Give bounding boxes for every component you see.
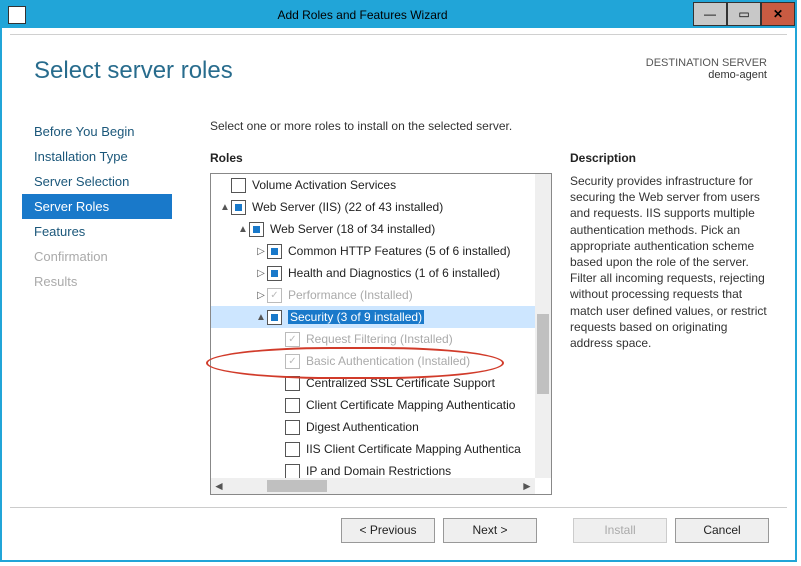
tree-row[interactable]: ▷ Common HTTP Features (5 of 6 installed) — [211, 240, 535, 262]
scrollbar-horizontal-thumb[interactable] — [267, 480, 327, 492]
nav-steps: Before You BeginInstallation TypeServer … — [22, 119, 172, 294]
tree-row[interactable]: ▷ Performance (Installed) — [211, 284, 535, 306]
nav-step-0[interactable]: Before You Begin — [22, 119, 172, 144]
tree-row-label: Digest Authentication — [306, 420, 419, 434]
scrollbar-horizontal[interactable]: ◄ ► — [211, 478, 535, 494]
checkbox[interactable] — [285, 376, 300, 391]
checkbox[interactable] — [267, 266, 282, 281]
tree-row-label: Common HTTP Features (5 of 6 installed) — [288, 244, 511, 258]
checkbox[interactable] — [267, 310, 282, 325]
nav-step-1[interactable]: Installation Type — [22, 144, 172, 169]
next-button[interactable]: Next > — [443, 518, 537, 543]
roles-tree-container: Volume Activation Services▲Web Server (I… — [210, 173, 552, 495]
destination-label: DESTINATION SERVER — [646, 57, 767, 69]
tree-row[interactable]: ▲ Web Server (IIS) (22 of 43 installed) — [211, 196, 535, 218]
nav-step-2[interactable]: Server Selection — [22, 169, 172, 194]
collapse-icon[interactable]: ▲ — [255, 312, 267, 323]
tree-row-label: Client Certificate Mapping Authenticatio — [306, 398, 515, 412]
roles-tree[interactable]: Volume Activation Services▲Web Server (I… — [211, 174, 535, 478]
page-heading: Select server roles — [34, 57, 233, 85]
expand-icon[interactable]: ▷ — [255, 268, 267, 279]
checkbox[interactable] — [285, 464, 300, 479]
previous-button[interactable]: < Previous — [341, 518, 435, 543]
tree-row-label: Basic Authentication (Installed) — [306, 354, 470, 368]
checkbox — [285, 354, 300, 369]
wizard-window: Add Roles and Features Wizard — ▭ ✕ Sele… — [0, 0, 797, 562]
checkbox[interactable] — [285, 398, 300, 413]
expand-icon[interactable]: ▷ — [255, 246, 267, 257]
tree-row[interactable]: ▲ Web Server (18 of 34 installed) — [211, 218, 535, 240]
tree-row-label: Centralized SSL Certificate Support — [306, 376, 495, 390]
app-icon — [8, 6, 26, 24]
scroll-right-icon[interactable]: ► — [519, 478, 535, 494]
nav-step-5: Confirmation — [22, 244, 172, 269]
checkbox[interactable] — [249, 222, 264, 237]
checkbox — [285, 332, 300, 347]
wizard-content: Select server roles DESTINATION SERVER d… — [10, 34, 787, 552]
tree-row[interactable]: IP and Domain Restrictions — [211, 460, 535, 478]
scrollbar-vertical[interactable] — [535, 174, 551, 478]
instructions-text: Select one or more roles to install on t… — [210, 119, 512, 133]
tree-row[interactable]: ▲ Security (3 of 9 installed) — [211, 306, 535, 328]
checkbox[interactable] — [285, 420, 300, 435]
scrollbar-vertical-thumb[interactable] — [537, 314, 549, 394]
nav-step-4[interactable]: Features — [22, 219, 172, 244]
checkbox[interactable] — [285, 442, 300, 457]
checkbox[interactable] — [231, 178, 246, 193]
close-button[interactable]: ✕ — [761, 2, 795, 26]
wizard-footer: < Previous Next > Install Cancel — [10, 507, 787, 552]
nav-step-3[interactable]: Server Roles — [22, 194, 172, 219]
tree-row-label: Web Server (18 of 34 installed) — [270, 222, 435, 236]
tree-row-label: Performance (Installed) — [288, 288, 413, 302]
description-section-label: Description — [570, 151, 636, 165]
roles-section-label: Roles — [210, 151, 243, 165]
wizard-body: Before You BeginInstallation TypeServer … — [10, 119, 787, 502]
tree-row-label: IIS Client Certificate Mapping Authentic… — [306, 442, 521, 456]
tree-row-label: Health and Diagnostics (1 of 6 installed… — [288, 266, 500, 280]
destination-name: demo-agent — [646, 69, 767, 81]
collapse-icon[interactable]: ▲ — [237, 224, 249, 235]
tree-row-label: IP and Domain Restrictions — [306, 464, 451, 478]
tree-row[interactable]: Request Filtering (Installed) — [211, 328, 535, 350]
tree-row[interactable]: Digest Authentication — [211, 416, 535, 438]
tree-row[interactable]: Volume Activation Services — [211, 174, 535, 196]
destination-block: DESTINATION SERVER demo-agent — [646, 57, 767, 81]
collapse-icon[interactable]: ▲ — [219, 202, 231, 213]
cancel-button[interactable]: Cancel — [675, 518, 769, 543]
nav-step-6: Results — [22, 269, 172, 294]
expand-icon[interactable]: ▷ — [255, 290, 267, 301]
tree-row[interactable]: ▷ Health and Diagnostics (1 of 6 installe… — [211, 262, 535, 284]
checkbox[interactable] — [267, 244, 282, 259]
tree-row[interactable]: Basic Authentication (Installed) — [211, 350, 535, 372]
titlebar: Add Roles and Features Wizard — ▭ ✕ — [2, 2, 795, 28]
description-body: Security provides infrastructure for sec… — [570, 173, 770, 351]
tree-row-label: Web Server (IIS) (22 of 43 installed) — [252, 200, 443, 214]
tree-row[interactable]: Centralized SSL Certificate Support — [211, 372, 535, 394]
checkbox[interactable] — [231, 200, 246, 215]
tree-row-label: Volume Activation Services — [252, 178, 396, 192]
install-button: Install — [573, 518, 667, 543]
window-title: Add Roles and Features Wizard — [32, 8, 693, 22]
maximize-button[interactable]: ▭ — [727, 2, 761, 26]
checkbox — [267, 288, 282, 303]
tree-row[interactable]: IIS Client Certificate Mapping Authentic… — [211, 438, 535, 460]
scroll-left-icon[interactable]: ◄ — [211, 478, 227, 494]
tree-row[interactable]: Client Certificate Mapping Authenticatio — [211, 394, 535, 416]
tree-row-label: Security (3 of 9 installed) — [288, 310, 424, 324]
tree-row-label: Request Filtering (Installed) — [306, 332, 453, 346]
minimize-button[interactable]: — — [693, 2, 727, 26]
